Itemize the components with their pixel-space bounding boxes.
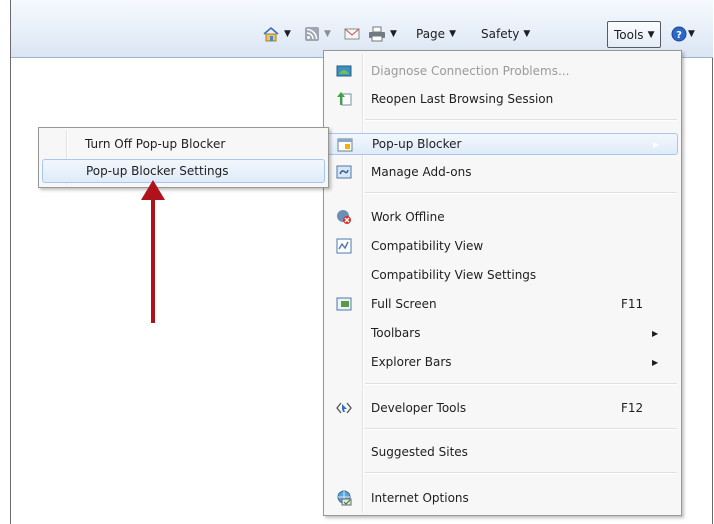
submenu-item-label: Turn Off Pop-up Blocker — [85, 137, 226, 151]
chevron-down-icon[interactable]: ▼ — [284, 29, 291, 39]
rss-feed-icon — [305, 27, 319, 41]
chevron-down-icon[interactable]: ▼ — [324, 29, 331, 39]
submenu-arrow-icon: ▶ — [652, 357, 659, 367]
menu-item-internet-options[interactable]: Internet Options — [327, 487, 678, 509]
svg-text:?: ? — [676, 30, 682, 41]
menu-item-shortcut: F11 — [621, 297, 644, 311]
printer-icon — [369, 26, 385, 42]
chevron-down-icon[interactable]: ▼ — [390, 29, 397, 39]
help-icon: ? — [671, 26, 687, 42]
submenu-item-label: Pop-up Blocker Settings — [86, 164, 229, 178]
menu-separator — [365, 192, 677, 194]
menu-item-label: Reopen Last Browsing Session — [371, 92, 554, 106]
menu-item-label: Toolbars — [371, 326, 421, 340]
annotation-arrow-icon — [141, 180, 165, 323]
menu-item-label: Compatibility View Settings — [371, 268, 537, 282]
menu-item-compatibility-view-settings[interactable]: Compatibility View Settings — [327, 264, 678, 286]
menu-separator — [365, 428, 677, 430]
menu-item-full-screen[interactable]: Full Screen F11 — [327, 293, 678, 315]
submenu-item-turn-off-popup-blocker[interactable]: Turn Off Pop-up Blocker — [42, 132, 325, 156]
print-button[interactable]: ▼ — [368, 20, 397, 48]
tools-menu: Diagnose Connection Problems... Reopen L… — [323, 50, 682, 516]
safety-menu-button[interactable]: Safety ▼ — [481, 20, 530, 48]
menu-item-label: Manage Add-ons — [371, 165, 472, 179]
menu-item-developer-tools[interactable]: Developer Tools F12 — [327, 397, 678, 419]
chevron-down-icon: ▼ — [523, 29, 531, 39]
full-screen-icon — [336, 297, 352, 311]
menu-item-explorer-bars[interactable]: Explorer Bars ▶ — [327, 351, 678, 373]
read-mail-button[interactable] — [344, 20, 360, 48]
chevron-down-icon: ▼ — [449, 29, 456, 39]
safety-menu-label: Safety — [481, 27, 520, 41]
menu-item-compatibility-view[interactable]: Compatibility View — [327, 235, 678, 257]
menu-item-popup-blocker[interactable]: Pop-up Blocker ▶ — [327, 133, 678, 155]
page-menu-button[interactable]: Page ▼ — [416, 20, 456, 48]
feeds-button[interactable]: ▼ — [304, 20, 331, 48]
home-button[interactable]: ▼ — [262, 20, 291, 48]
menu-item-label: Work Offline — [371, 210, 445, 224]
menu-item-reopen-last-browsing-session[interactable]: Reopen Last Browsing Session — [327, 88, 678, 110]
help-button[interactable]: ? ▼ — [671, 20, 695, 48]
addons-icon — [336, 165, 352, 179]
menu-item-shortcut: F12 — [621, 401, 644, 415]
chevron-down-icon[interactable]: ▼ — [688, 29, 695, 39]
submenu-arrow-icon: ▶ — [652, 328, 659, 338]
reopen-session-icon — [337, 92, 352, 106]
work-offline-icon — [337, 210, 351, 224]
menu-item-work-offline[interactable]: Work Offline — [327, 206, 678, 228]
menu-item-label: Pop-up Blocker — [372, 137, 462, 151]
tools-menu-label: Tools — [614, 27, 644, 42]
tools-menu-button[interactable]: Tools ▼ — [607, 21, 662, 48]
page-menu-label: Page — [416, 27, 446, 41]
menu-item-label: Compatibility View — [371, 239, 484, 253]
menu-separator — [365, 472, 677, 474]
compatibility-view-icon — [336, 238, 352, 254]
submenu-item-popup-blocker-settings[interactable]: Pop-up Blocker Settings — [42, 159, 325, 183]
menu-item-toolbars[interactable]: Toolbars ▶ — [327, 322, 678, 344]
menu-item-manage-add-ons[interactable]: Manage Add-ons — [327, 161, 678, 183]
popup-blocker-submenu: Turn Off Pop-up Blocker Pop-up Blocker S… — [38, 127, 329, 188]
menu-item-label: Full Screen — [371, 297, 437, 311]
menu-item-diagnose-connection-problems[interactable]: Diagnose Connection Problems... — [327, 60, 678, 82]
diagnose-icon — [336, 65, 352, 77]
developer-tools-icon — [336, 402, 352, 414]
home-icon — [263, 26, 279, 42]
menu-item-label: Developer Tools — [371, 401, 467, 415]
internet-options-icon — [337, 490, 352, 506]
mail-icon — [344, 28, 360, 40]
popup-blocker-icon — [337, 138, 353, 152]
menu-separator — [365, 119, 677, 121]
menu-item-label: Internet Options — [371, 491, 469, 505]
submenu-arrow-icon: ▶ — [653, 139, 660, 149]
menu-item-label: Diagnose Connection Problems... — [371, 64, 570, 78]
menu-item-label: Suggested Sites — [371, 445, 468, 459]
menu-separator — [365, 383, 677, 385]
chevron-down-icon: ▼ — [647, 29, 655, 40]
menu-item-label: Explorer Bars — [371, 355, 452, 369]
menu-item-suggested-sites[interactable]: Suggested Sites — [327, 441, 678, 463]
